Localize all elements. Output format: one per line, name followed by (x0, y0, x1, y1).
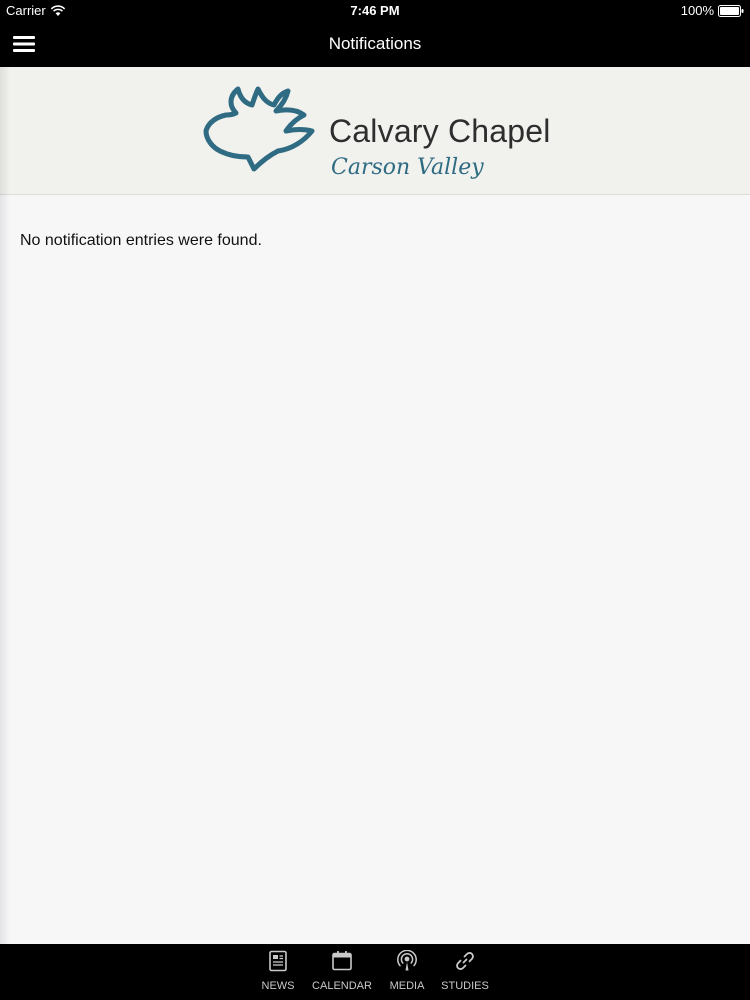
status-bar: Carrier 7:46 PM 100% (0, 0, 750, 22)
navigation-bar: Notifications (0, 22, 750, 67)
link-icon (456, 952, 474, 970)
tab-studies[interactable]: STUDIES (433, 950, 497, 998)
tab-label: CALENDAR (312, 980, 372, 992)
church-logo: Calvary Chapel Carson Valley (200, 85, 560, 180)
tab-label: STUDIES (441, 980, 489, 992)
church-location: Carson Valley (331, 155, 484, 180)
church-banner: Calvary Chapel Carson Valley (0, 67, 750, 195)
tab-label: MEDIA (389, 980, 425, 992)
tab-label: NEWS (261, 980, 295, 992)
dove-logo-icon (203, 86, 315, 172)
tab-news[interactable]: NEWS (246, 950, 310, 998)
page-title: Notifications (328, 34, 422, 53)
news-icon (269, 950, 287, 972)
tab-media[interactable]: MEDIA (375, 950, 439, 998)
empty-state-message: No notification entries were found. (20, 232, 262, 249)
tab-bar: NEWS CALENDAR MEDIA STUDIES (0, 944, 750, 1000)
podcast-icon (397, 950, 417, 971)
status-time: 7:46 PM (350, 3, 400, 18)
battery-percent: 100% (680, 3, 714, 18)
church-name: Calvary Chapel (329, 113, 551, 149)
calendar-icon (332, 951, 352, 971)
tab-calendar[interactable]: CALENDAR (309, 950, 375, 998)
battery-icon (718, 4, 744, 17)
notifications-content: No notification entries were found. (0, 196, 750, 944)
